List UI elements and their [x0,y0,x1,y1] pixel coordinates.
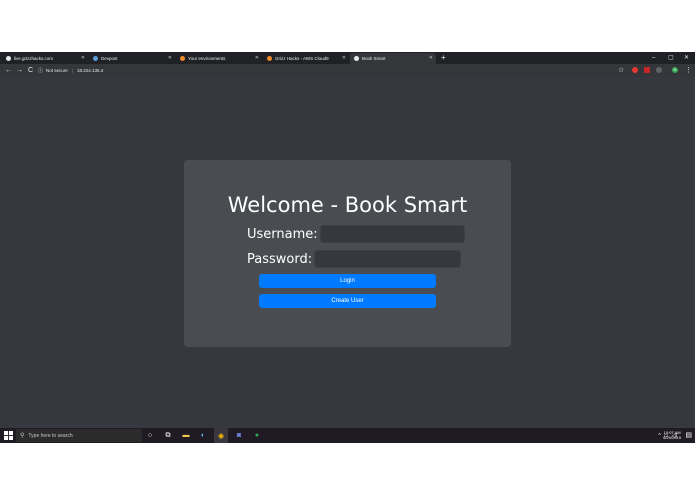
app-icon[interactable]: ● [250,428,264,443]
tab-book-smart[interactable]: Book Smart ✕ [350,53,436,64]
tab-devpost[interactable]: Devpost ✕ [89,53,175,64]
file-explorer-icon[interactable]: ▬ [179,428,193,443]
tab-environments[interactable]: Your environments ✕ [176,53,262,64]
close-icon[interactable]: ✕ [81,55,85,61]
close-icon[interactable]: ✕ [255,55,259,61]
cortana-icon[interactable]: ○ [143,428,157,443]
clock-date: 6/29/2019 [663,435,681,440]
chevron-up-icon[interactable]: ^ [658,433,660,439]
new-tab-button[interactable]: + [441,52,446,64]
extension-icon[interactable] [632,67,638,73]
screen: live.grizzhacks.com ✕ Devpost ✕ Your env… [0,52,695,443]
login-card: Welcome - Book Smart Username: Password:… [184,160,511,347]
profile-avatar[interactable]: N [672,67,678,73]
username-row: Username: [247,225,465,243]
search-icon: ⚲ [20,433,25,439]
create-user-button[interactable]: Create User [259,294,436,308]
steam-icon[interactable]: ◐ [196,428,210,443]
globe-icon [6,56,11,61]
search-placeholder: Type here to search [28,432,73,439]
password-row: Password: [247,250,462,268]
maximize-button[interactable]: ▢ [668,52,674,64]
devpost-icon [93,56,98,61]
username-label: Username: [247,226,318,242]
browser-toolbar: ← → C ⓘ Not secure | 18.224.135.4 ☆ N ⋮ [0,64,695,77]
username-input[interactable] [319,225,465,243]
page-content: Welcome - Book Smart Username: Password:… [0,77,695,428]
taskbar: ⚲ Type here to search ○ ⧉ ▬ ◐ ◉ ◙ ● ^ ▭ … [0,428,695,443]
bookmark-star-icon[interactable]: ☆ [618,64,624,77]
password-input[interactable] [314,250,462,268]
password-label: Password: [247,251,313,267]
login-button[interactable]: Login [259,274,436,288]
notification-icon[interactable]: ▤ [685,431,692,439]
page-title: Welcome - Book Smart [227,193,468,217]
close-icon[interactable]: ✕ [168,55,172,61]
separator: | [71,68,73,73]
windows-start-icon[interactable] [4,431,13,440]
tab-title: Book Smart [362,56,386,61]
tab-title: Grizz Hacks - AWS Cloud9 [275,56,329,61]
cloud9-icon [267,56,272,61]
discord-icon[interactable]: ◙ [232,428,246,443]
cloud9-icon [180,56,185,61]
reload-button[interactable]: C [28,64,33,77]
tab-title: Devpost [101,56,118,61]
info-icon[interactable]: ⓘ [38,67,43,74]
extension-icon[interactable] [644,67,650,73]
globe-icon [354,56,359,61]
back-button[interactable]: ← [5,64,12,77]
close-icon[interactable]: ✕ [429,55,433,61]
chrome-icon[interactable]: ◉ [214,428,228,443]
taskbar-search[interactable]: ⚲ Type here to search [16,429,142,442]
close-icon[interactable]: ✕ [342,55,346,61]
tab-title: Your environments [188,56,226,61]
security-label: Not secure [46,68,68,73]
forward-button[interactable]: → [16,64,23,77]
taskbar-clock[interactable]: 10:07 AM 6/29/2019 [663,430,681,440]
tab-cloud9[interactable]: Grizz Hacks - AWS Cloud9 ✕ [263,53,349,64]
extension-icon[interactable] [656,67,662,73]
tab-strip: live.grizzhacks.com ✕ Devpost ✕ Your env… [0,52,695,64]
menu-icon[interactable]: ⋮ [685,64,692,77]
tab-title: live.grizzhacks.com [14,56,54,61]
url-text[interactable]: 18.224.135.4 [77,68,103,73]
tab-grizzhacks[interactable]: live.grizzhacks.com ✕ [2,53,88,64]
close-window-button[interactable]: ✕ [684,52,689,64]
address-bar[interactable]: ⓘ Not secure | 18.224.135.4 [38,66,628,75]
minimize-button[interactable]: – [652,52,655,64]
task-view-icon[interactable]: ⧉ [161,428,175,443]
